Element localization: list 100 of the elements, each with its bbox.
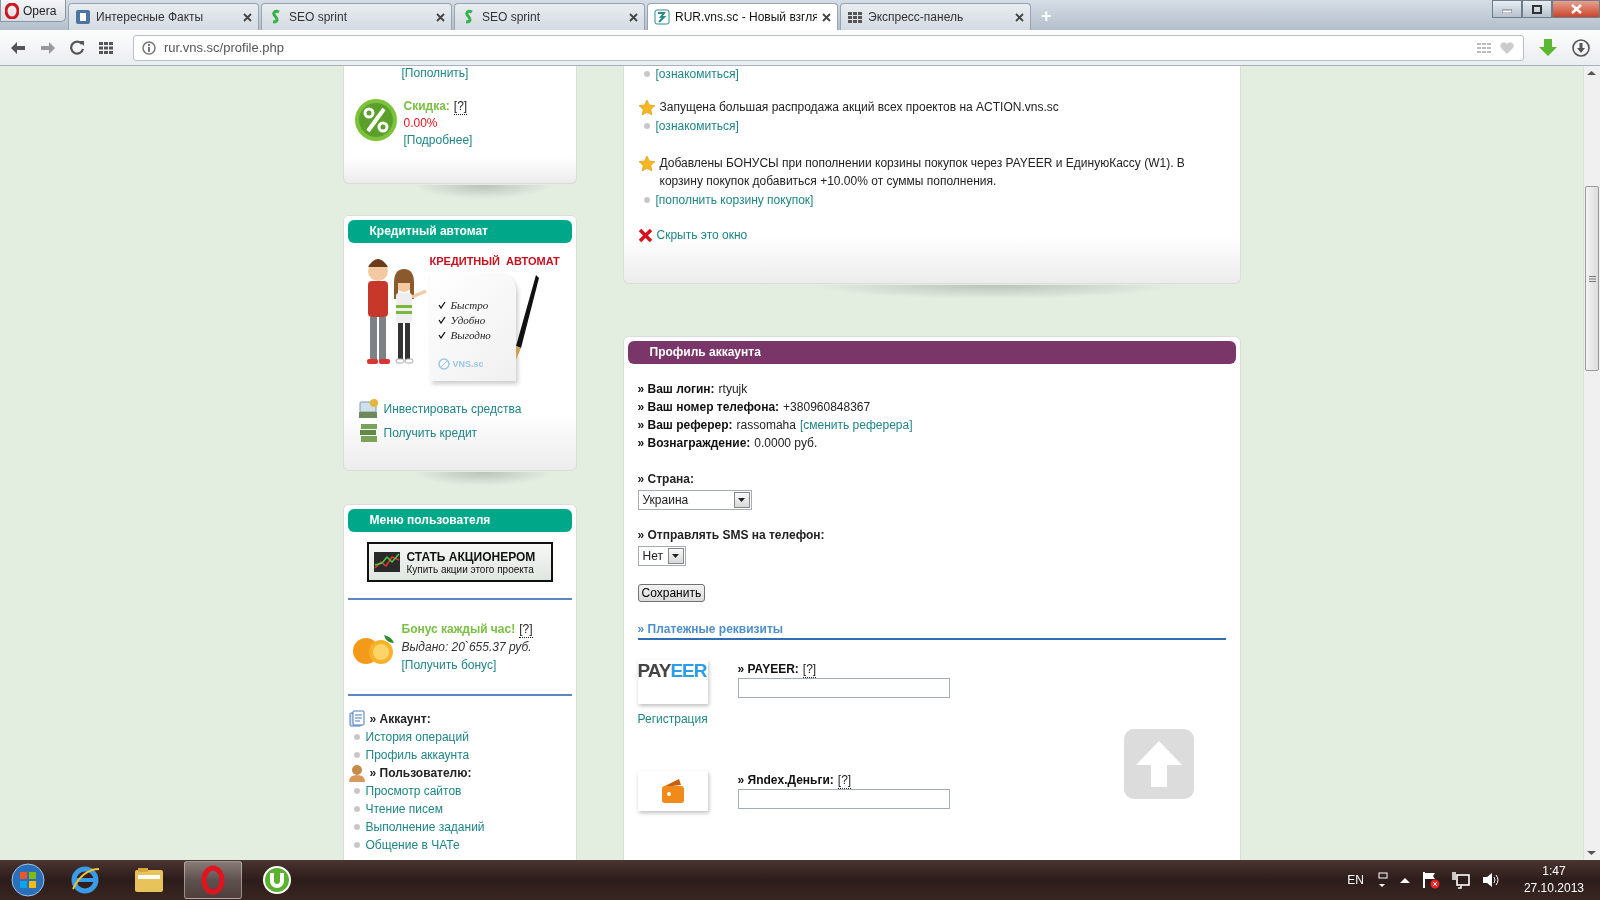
star-icon bbox=[637, 99, 656, 115]
maximize-button[interactable] bbox=[1522, 0, 1552, 18]
change-referrer-link[interactable]: [сменить реферера] bbox=[799, 416, 913, 434]
bullet-dot bbox=[353, 734, 360, 740]
news-link[interactable]: [пополнить корзину покупок] bbox=[655, 193, 814, 207]
maximize-icon bbox=[1532, 4, 1542, 14]
reload-icon bbox=[70, 40, 85, 55]
help-link[interactable]: [?] bbox=[453, 98, 468, 115]
top-up-link[interactable]: [Пополнить] bbox=[401, 66, 576, 80]
download-circle-icon bbox=[1572, 38, 1590, 57]
browser-tab[interactable]: Интересные Факты bbox=[68, 3, 259, 30]
clock[interactable]: 1:47 27.10.2013 bbox=[1523, 863, 1584, 897]
bullet-dot bbox=[643, 71, 650, 77]
discount-value: 0.00% bbox=[403, 115, 439, 132]
caret-icon bbox=[738, 498, 745, 502]
up-arrow-icon bbox=[1133, 739, 1184, 789]
menu-group-title: » Аккаунт: bbox=[369, 712, 431, 726]
field-label: » Ваш номер телефона: bbox=[637, 399, 780, 416]
save-button[interactable]: Сохранить bbox=[637, 584, 706, 602]
news-link[interactable]: [ознакомиться] bbox=[655, 67, 739, 81]
menu-link[interactable]: История операций bbox=[365, 730, 469, 744]
help-link[interactable]: [?] bbox=[519, 620, 533, 638]
close-icon bbox=[1570, 4, 1582, 14]
hide-window-link[interactable]: Скрыть это окно bbox=[656, 228, 748, 242]
payeer-logo: PAYEER bbox=[637, 660, 708, 704]
field-label: » Ваш реферер: bbox=[637, 417, 733, 434]
start-orb-icon bbox=[11, 863, 45, 897]
star-icon bbox=[637, 155, 656, 171]
bullet-dot bbox=[353, 788, 360, 794]
menu-link[interactable]: Чтение писем bbox=[365, 802, 443, 816]
language-indicator[interactable]: EN bbox=[1347, 873, 1364, 887]
close-icon[interactable] bbox=[629, 12, 638, 22]
close-icon[interactable] bbox=[822, 12, 831, 22]
grid-icon bbox=[99, 41, 113, 54]
menu-link[interactable]: Выполнение заданий bbox=[365, 820, 485, 834]
browser-tab[interactable]: SEO sprint bbox=[261, 3, 452, 30]
menu-link[interactable]: Общение в ЧАТе bbox=[365, 838, 460, 852]
bullet-dot bbox=[643, 197, 650, 203]
feature-text: Удобно bbox=[450, 314, 486, 326]
wallet-input[interactable] bbox=[737, 678, 950, 698]
details-link[interactable]: [Подробнее] bbox=[403, 132, 473, 149]
reload-button[interactable] bbox=[70, 40, 85, 55]
bullet-dot bbox=[643, 123, 650, 129]
update-button[interactable] bbox=[1572, 38, 1590, 57]
register-link[interactable]: Регистрация bbox=[637, 712, 708, 726]
user-menu-header: Меню пользователя bbox=[347, 509, 572, 532]
news-link[interactable]: [ознакомиться] bbox=[655, 119, 739, 133]
grip-icon bbox=[1588, 275, 1596, 282]
sms-select[interactable]: Нет bbox=[637, 546, 686, 566]
money-stack-icon bbox=[357, 422, 380, 444]
user-silhouette-icon bbox=[347, 764, 366, 782]
close-icon[interactable] bbox=[243, 12, 252, 22]
menu-group-title: » Пользователю: bbox=[369, 766, 472, 780]
close-icon[interactable] bbox=[1015, 12, 1024, 22]
network-icon[interactable] bbox=[1451, 871, 1470, 889]
back-arrow-icon bbox=[10, 40, 26, 55]
forward-button[interactable] bbox=[40, 40, 56, 55]
bonus-issued-text: Выдано: 20`655.37 руб. bbox=[401, 639, 532, 656]
sidebar-link[interactable]: Получить кредит bbox=[383, 426, 478, 440]
bullet-dot bbox=[353, 842, 360, 848]
get-bonus-link[interactable]: [Получить бонус] bbox=[401, 656, 497, 674]
close-icon[interactable] bbox=[637, 227, 653, 243]
wallet-input[interactable] bbox=[737, 789, 950, 809]
profile-header: Профиль аккаунта bbox=[627, 341, 1236, 364]
bullet-dot bbox=[353, 752, 360, 758]
page-icon bbox=[75, 9, 91, 25]
flag-error-icon[interactable] bbox=[1421, 871, 1440, 889]
minimize-button[interactable] bbox=[1492, 0, 1522, 18]
percent-badge-icon bbox=[353, 98, 398, 142]
back-button[interactable] bbox=[10, 40, 26, 55]
chart-icon bbox=[372, 550, 401, 574]
menu-link[interactable]: Просмотр сайтов bbox=[365, 784, 462, 798]
menu-link[interactable]: Профиль аккаунта bbox=[365, 748, 470, 762]
opera-menu-button[interactable]: Opera bbox=[0, 0, 66, 22]
field-value: +380960848367 bbox=[783, 399, 871, 416]
grid-icon bbox=[847, 9, 863, 25]
circle-u-icon bbox=[262, 865, 292, 895]
field-label: » Вознаграждение: bbox=[637, 435, 751, 452]
forward-arrow-icon bbox=[40, 40, 56, 55]
close-icon[interactable] bbox=[436, 12, 445, 22]
sidebar-link[interactable]: Инвестировать средства bbox=[383, 402, 522, 416]
scrollbar-thumb[interactable] bbox=[1585, 186, 1599, 371]
browser-tab[interactable]: Экспресс-панель bbox=[840, 3, 1031, 30]
download-arrow-icon bbox=[1538, 37, 1558, 58]
field-value: 0.0000 руб. bbox=[754, 435, 818, 452]
news-text: Добавлены БОНУСЫ при пополнении корзины покупок через PAYEER и ЕдинуюКассу (W1). В корзину покупок добавиться +10.00% от суммы пополнения. bbox=[659, 155, 1186, 190]
speed-dial-button[interactable] bbox=[99, 41, 113, 54]
show-hidden-icon[interactable] bbox=[1399, 877, 1410, 883]
credit-header: Кредитный автомат bbox=[347, 220, 572, 243]
browser-tab[interactable]: SEO sprint bbox=[454, 3, 645, 30]
page-icon bbox=[654, 9, 670, 25]
wallet-icon bbox=[659, 777, 686, 805]
windows-icon[interactable] bbox=[1375, 872, 1388, 888]
shareholder-banner[interactable]: СТАТЬ АКЦИОНЕРОМ Купить акции этого проекта bbox=[366, 542, 553, 582]
field-label: » Ваш логин: bbox=[637, 381, 715, 398]
speaker-icon[interactable] bbox=[1481, 872, 1500, 888]
brand-text: VNS.sc bbox=[452, 359, 484, 369]
close-button[interactable] bbox=[1552, 0, 1600, 18]
money-card-icon bbox=[357, 398, 380, 420]
country-select[interactable]: Украина bbox=[637, 490, 752, 510]
